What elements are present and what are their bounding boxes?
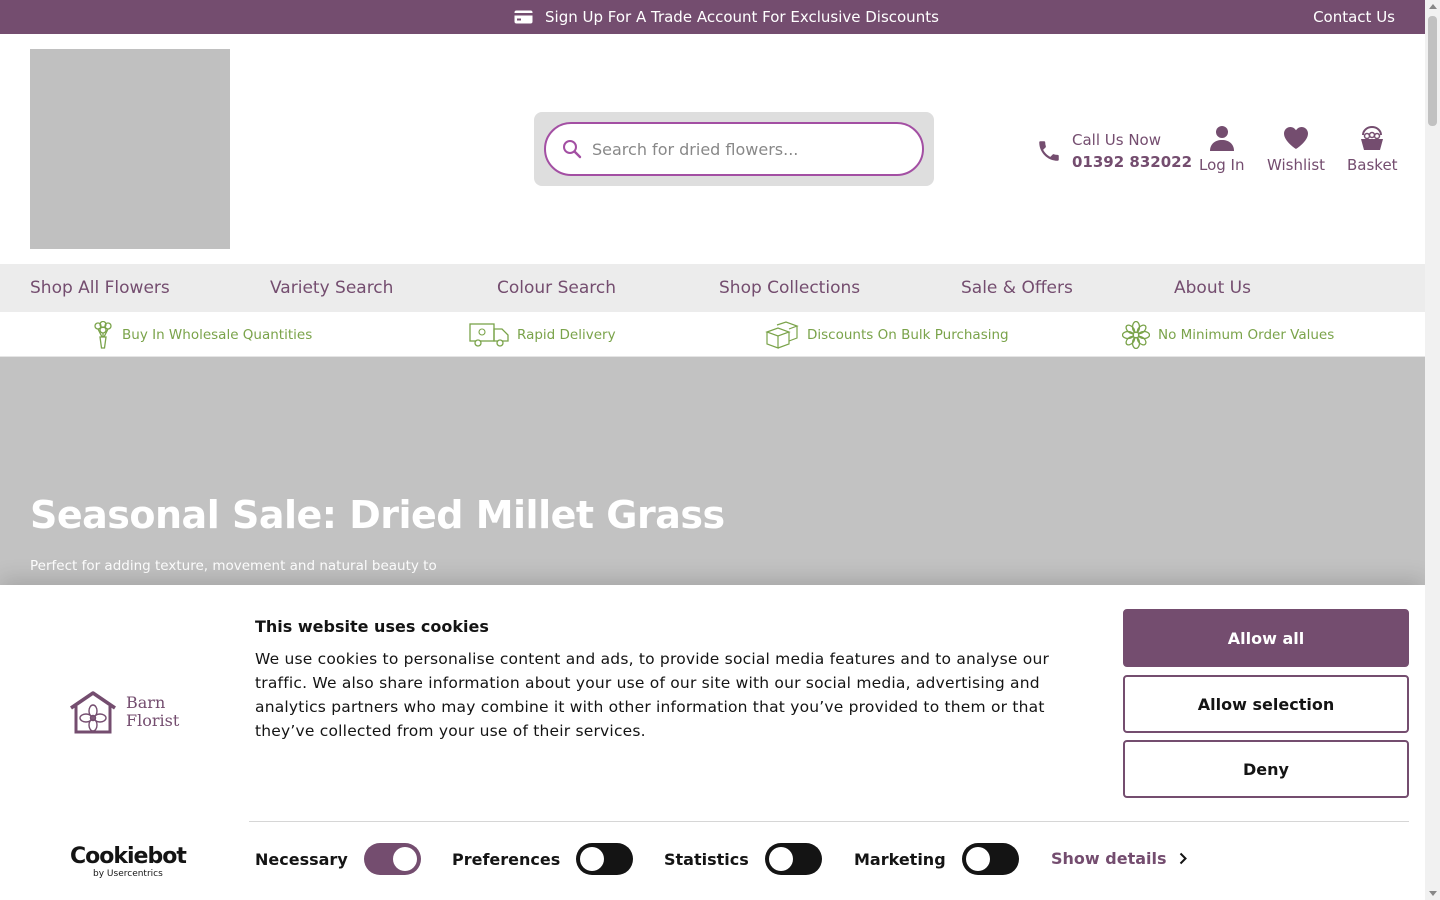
search-input[interactable] bbox=[592, 139, 892, 159]
show-details-label: Show details bbox=[1051, 849, 1167, 868]
scroll-down-icon[interactable] bbox=[1429, 891, 1437, 896]
scrollbar-thumb[interactable] bbox=[1428, 16, 1437, 126]
boxes-icon bbox=[765, 320, 799, 349]
switch-knob bbox=[392, 847, 417, 871]
trade-account-promo[interactable]: Sign Up For A Trade Account For Exclusiv… bbox=[514, 0, 939, 34]
nav-about-us[interactable]: About Us bbox=[1174, 264, 1251, 312]
card-icon bbox=[514, 10, 533, 24]
preferences-switch[interactable] bbox=[576, 843, 634, 875]
wishlist-label: Wishlist bbox=[1267, 156, 1326, 174]
flower-icon bbox=[1122, 320, 1150, 349]
wishlist-link[interactable]: Wishlist bbox=[1267, 124, 1325, 174]
deny-button[interactable]: Deny bbox=[1123, 740, 1409, 798]
call-us[interactable]: Call Us Now 01392 832022 bbox=[1036, 126, 1192, 176]
toggle-statistics: Statistics bbox=[664, 843, 822, 875]
brand-line-2: Florist bbox=[126, 711, 180, 730]
bouquet-icon bbox=[94, 320, 112, 349]
cookiebot-logo[interactable]: Cookiebot by Usercentrics bbox=[70, 844, 187, 880]
cookiebot-wordmark: Cookiebot bbox=[70, 844, 187, 869]
page: Sign Up For A Trade Account For Exclusiv… bbox=[0, 0, 1425, 900]
login-label: Log In bbox=[1199, 156, 1245, 174]
cookiebot-byline: by Usercentrics bbox=[93, 869, 163, 879]
login-link[interactable]: Log In bbox=[1199, 124, 1245, 174]
toggle-label: Marketing bbox=[854, 849, 946, 869]
usp-bulk-discounts: Discounts On Bulk Purchasing bbox=[765, 312, 1009, 357]
basket-label: Basket bbox=[1347, 156, 1398, 174]
switch-knob bbox=[965, 847, 990, 871]
nav-variety-search[interactable]: Variety Search bbox=[270, 264, 393, 312]
necessary-switch[interactable] bbox=[363, 843, 421, 875]
phone-icon bbox=[1036, 138, 1062, 164]
site-logo-image[interactable] bbox=[30, 49, 230, 249]
usp-rapid-delivery: Rapid Delivery bbox=[469, 312, 616, 357]
cookie-banner: Barn Florist This website uses cookies W… bbox=[0, 585, 1425, 900]
allow-selection-button[interactable]: Allow selection bbox=[1123, 675, 1409, 733]
main-nav: Shop All Flowers Variety Search Colour S… bbox=[0, 264, 1425, 312]
cookie-title: This website uses cookies bbox=[255, 617, 489, 636]
toggle-preferences: Preferences bbox=[452, 843, 634, 875]
toggle-label: Statistics bbox=[664, 849, 749, 869]
hero-subtitle: Perfect for adding texture, movement and… bbox=[30, 558, 437, 574]
usp-label: Discounts On Bulk Purchasing bbox=[807, 326, 1009, 343]
brand-line-1: Barn bbox=[126, 693, 166, 712]
phone-number[interactable]: 01392 832022 bbox=[1072, 151, 1192, 173]
basket-icon bbox=[1359, 124, 1385, 152]
toggle-label: Necessary bbox=[255, 849, 348, 869]
show-details-link[interactable]: Show details bbox=[1051, 849, 1187, 868]
heart-icon bbox=[1283, 124, 1309, 152]
scroll-up-icon[interactable] bbox=[1429, 4, 1437, 9]
chevron-right-icon bbox=[1179, 852, 1187, 865]
toggle-necessary: Necessary bbox=[255, 843, 421, 875]
barn-house-icon bbox=[70, 691, 116, 734]
basket-link[interactable]: Basket bbox=[1347, 124, 1398, 174]
usp-label: No Minimum Order Values bbox=[1158, 326, 1335, 343]
user-icon bbox=[1209, 124, 1234, 152]
call-us-label: Call Us Now bbox=[1072, 131, 1161, 149]
usp-wholesale: Buy In Wholesale Quantities bbox=[92, 312, 312, 357]
nav-shop-all-flowers[interactable]: Shop All Flowers bbox=[30, 264, 170, 312]
contact-us-link[interactable]: Contact Us bbox=[1313, 0, 1395, 34]
switch-knob bbox=[768, 847, 793, 871]
top-promo-bar: Sign Up For A Trade Account For Exclusiv… bbox=[0, 0, 1425, 34]
search-box[interactable] bbox=[544, 122, 924, 176]
usp-strip: Buy In Wholesale Quantities Rapid Delive… bbox=[0, 312, 1425, 357]
hero-title: Seasonal Sale: Dried Millet Grass bbox=[30, 493, 725, 537]
allow-all-button[interactable]: Allow all bbox=[1123, 609, 1409, 667]
usp-no-minimum: No Minimum Order Values bbox=[1122, 312, 1334, 357]
switch-knob bbox=[580, 847, 605, 871]
barn-florist-logo: Barn Florist bbox=[68, 690, 179, 734]
nav-shop-collections[interactable]: Shop Collections bbox=[719, 264, 860, 312]
usp-label: Buy In Wholesale Quantities bbox=[122, 326, 313, 343]
usp-label: Rapid Delivery bbox=[517, 326, 616, 343]
cookie-divider bbox=[249, 821, 1409, 822]
delivery-van-icon bbox=[469, 322, 509, 347]
search-icon[interactable] bbox=[562, 139, 582, 159]
nav-colour-search[interactable]: Colour Search bbox=[497, 264, 616, 312]
toggle-label: Preferences bbox=[452, 849, 561, 869]
cookie-description: We use cookies to personalise content an… bbox=[255, 650, 1050, 740]
toggle-marketing: Marketing bbox=[854, 843, 1019, 875]
statistics-switch[interactable] bbox=[764, 843, 822, 875]
page-scrollbar[interactable] bbox=[1425, 0, 1440, 900]
nav-sale-offers[interactable]: Sale & Offers bbox=[961, 264, 1073, 312]
search-container bbox=[534, 112, 934, 186]
promo-text: Sign Up For A Trade Account For Exclusiv… bbox=[545, 8, 939, 26]
marketing-switch[interactable] bbox=[961, 843, 1019, 875]
